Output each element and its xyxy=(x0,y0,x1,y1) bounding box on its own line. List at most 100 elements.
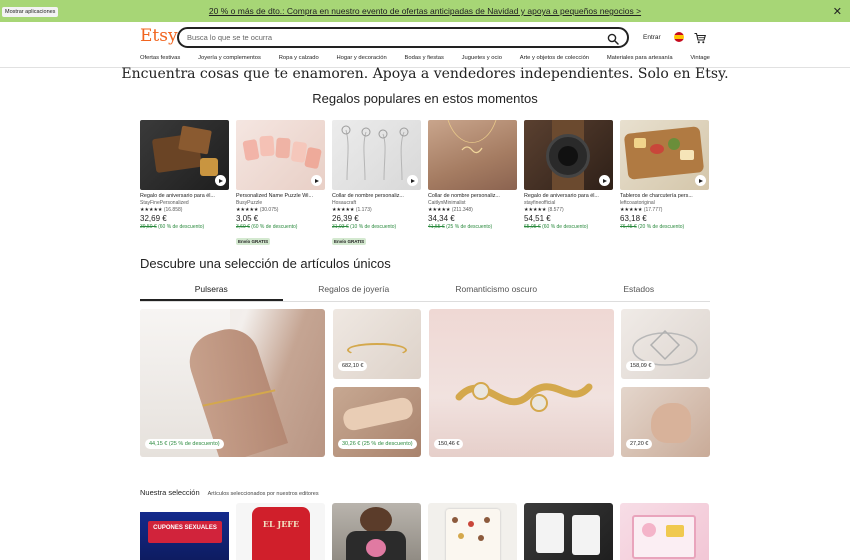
show-apps-button[interactable]: Mostrar aplicaciones xyxy=(2,7,59,17)
editor-pick-tumbler[interactable]: EL JEFE xyxy=(236,503,325,560)
promo-banner: Mostrar aplicaciones 20 % o más de dto.:… xyxy=(0,0,850,22)
stars-icon: ★★★★★ xyxy=(620,207,643,213)
editor-pick-shirt[interactable] xyxy=(332,503,421,560)
product-discount: 39,50 € (60 % de descuento) xyxy=(140,224,229,230)
product-rating: ★★★★★ (211.348) xyxy=(428,207,517,213)
bracelet-tile[interactable]: 682,10 € xyxy=(333,309,421,379)
category-item[interactable]: Vintage xyxy=(690,55,710,66)
original-price: 41,55 € xyxy=(428,224,445,230)
shop-name: CaitlynMinimalist xyxy=(428,200,466,206)
stars-icon: ★★★★★ xyxy=(236,207,259,213)
price-tag: 30,26 € (25 % de descuento) xyxy=(338,439,417,449)
search-icon[interactable] xyxy=(607,32,619,45)
product-title: Personalized Name Puzzle Wi... xyxy=(236,193,313,199)
stars-icon: ★★★★★ xyxy=(428,207,451,213)
product-image-name-necklace[interactable] xyxy=(428,120,517,190)
bracelet-tile[interactable]: 27,20 € xyxy=(621,387,710,457)
tab-regalos-de-joyeria[interactable]: Regalos de joyería xyxy=(283,282,426,301)
category-item[interactable]: Arte y objetos de colección xyxy=(520,55,589,66)
editors-pick-row: CUPONES SEXUALES EL JEFE xyxy=(140,503,710,560)
spain-flag-icon[interactable] xyxy=(674,32,684,42)
product-title: Regalo de aniversario para él... xyxy=(140,193,215,199)
editor-pick-coupons[interactable]: CUPONES SEXUALES xyxy=(140,503,229,560)
discover-tabs: Pulseras Regalos de joyería Romanticismo… xyxy=(140,282,710,302)
product-card[interactable]: Personalized Name Puzzle Wi... BusyPuzzl… xyxy=(236,120,325,248)
category-item[interactable]: Hogar y decoración xyxy=(336,55,386,66)
tumbler-image-text: EL JEFE xyxy=(262,519,300,529)
original-price: 31,93 € xyxy=(332,224,349,230)
play-icon[interactable] xyxy=(215,175,226,186)
product-card[interactable]: Regalo de aniversario para él... stayfin… xyxy=(524,120,613,248)
category-item[interactable]: Bodas y fiestas xyxy=(405,55,444,66)
discount-label: (10 % de descuento) xyxy=(350,224,397,230)
review-count: (211.348) xyxy=(451,207,473,213)
signin-button[interactable]: Entrar xyxy=(643,34,661,41)
category-item[interactable]: Ofertas festivas xyxy=(140,55,180,66)
editor-pick-tags[interactable] xyxy=(524,503,613,560)
bracelet-tile[interactable]: 158,09 € xyxy=(621,309,710,379)
price-tag: 158,09 € xyxy=(626,361,656,371)
product-title: Collar de nombre personaliz... xyxy=(332,193,404,199)
product-price: 3,05 € xyxy=(236,214,259,223)
product-title: Collar de nombre personaliz... xyxy=(428,193,500,199)
original-price: 65,95 € xyxy=(524,224,541,230)
category-item[interactable]: Joyería y complementos xyxy=(198,55,261,66)
review-count: (16.858) xyxy=(163,207,183,213)
shop-name: BusyPuzzle xyxy=(236,200,263,206)
stars-icon: ★★★★★ xyxy=(332,207,355,213)
product-card[interactable]: Collar de nombre personaliz... CaitlynMi… xyxy=(428,120,517,248)
product-price: 54,51 € xyxy=(524,214,551,223)
discount-label: (60 % de descuento) xyxy=(251,224,298,230)
price-tag: 44,15 € (25 % de descuento) xyxy=(145,439,224,449)
coupon-image-text: CUPONES SEXUALES xyxy=(153,525,217,531)
cart-icon[interactable] xyxy=(694,31,707,44)
product-image-watch[interactable] xyxy=(524,120,613,190)
close-icon[interactable]: ✕ xyxy=(833,5,842,18)
editor-pick-gift-box[interactable] xyxy=(620,503,709,560)
play-icon[interactable] xyxy=(407,175,418,186)
original-price: 3,69 € xyxy=(236,224,250,230)
category-item[interactable]: Materiales para artesanía xyxy=(607,55,673,66)
category-nav: Ofertas festivas Joyería y complementos … xyxy=(140,55,710,66)
category-item[interactable]: Juguetes y ocio xyxy=(462,55,502,66)
product-card[interactable]: Regalo de aniversario para él... StayFin… xyxy=(140,120,229,248)
product-rating: ★★★★★ (16.858) xyxy=(140,207,229,213)
product-card[interactable]: Tableros de charcutería pers... leftcoas… xyxy=(620,120,709,248)
product-image-wallet[interactable] xyxy=(140,120,229,190)
promo-link[interactable]: 20 % o más de dto.: Compra en nuestro ev… xyxy=(209,6,641,16)
play-icon[interactable] xyxy=(599,175,610,186)
price-tag: 682,10 € xyxy=(338,361,368,371)
play-icon[interactable] xyxy=(695,175,706,186)
search-bar[interactable] xyxy=(177,27,629,48)
discount-label: (25 % de descuento) xyxy=(446,224,493,230)
product-discount: 3,69 € (60 % de descuento) xyxy=(236,224,325,230)
stars-icon: ★★★★★ xyxy=(524,207,547,213)
bracelet-tile-featured[interactable]: 150,46 € xyxy=(429,309,614,457)
product-card[interactable]: Collar de nombre personaliz... Hosaucraf… xyxy=(332,120,421,248)
product-image-flower-necklace[interactable] xyxy=(332,120,421,190)
product-image-charcuterie[interactable] xyxy=(620,120,709,190)
product-rating: ★★★★★ (8.577) xyxy=(524,207,613,213)
product-title: Regalo de aniversario para él... xyxy=(524,193,599,199)
editor-pick-notebook[interactable] xyxy=(428,503,517,560)
product-rating: ★★★★★ (1.173) xyxy=(332,207,421,213)
stars-icon: ★★★★★ xyxy=(140,207,163,213)
tab-estados[interactable]: Estados xyxy=(568,282,711,301)
category-item[interactable]: Ropa y calzado xyxy=(279,55,319,66)
search-input[interactable] xyxy=(187,33,607,42)
shop-name: Hosaucraft xyxy=(332,200,357,206)
product-discount: 65,95 € (60 % de descuento) xyxy=(524,224,613,230)
editors-subtitle: Artículos seleccionados por nuestros edi… xyxy=(207,491,319,497)
bracelet-tile-large[interactable]: 44,15 € (25 % de descuento) xyxy=(140,309,325,457)
shop-name: StayFinePersonalized xyxy=(140,200,189,206)
shop-name: stayfineofficial xyxy=(524,200,556,206)
etsy-logo[interactable]: Etsy xyxy=(140,26,178,46)
product-image-puzzle[interactable] xyxy=(236,120,325,190)
free-shipping-badge: Envío GRATIS xyxy=(236,238,271,245)
tab-romanticismo-oscuro[interactable]: Romanticismo oscuro xyxy=(425,282,568,301)
original-price: 39,50 € xyxy=(140,224,157,230)
tab-pulseras[interactable]: Pulseras xyxy=(140,282,283,301)
bracelet-tile[interactable]: 30,26 € (25 % de descuento) xyxy=(333,387,421,457)
play-icon[interactable] xyxy=(311,175,322,186)
shop-name: leftcoastoriginal xyxy=(620,200,655,206)
